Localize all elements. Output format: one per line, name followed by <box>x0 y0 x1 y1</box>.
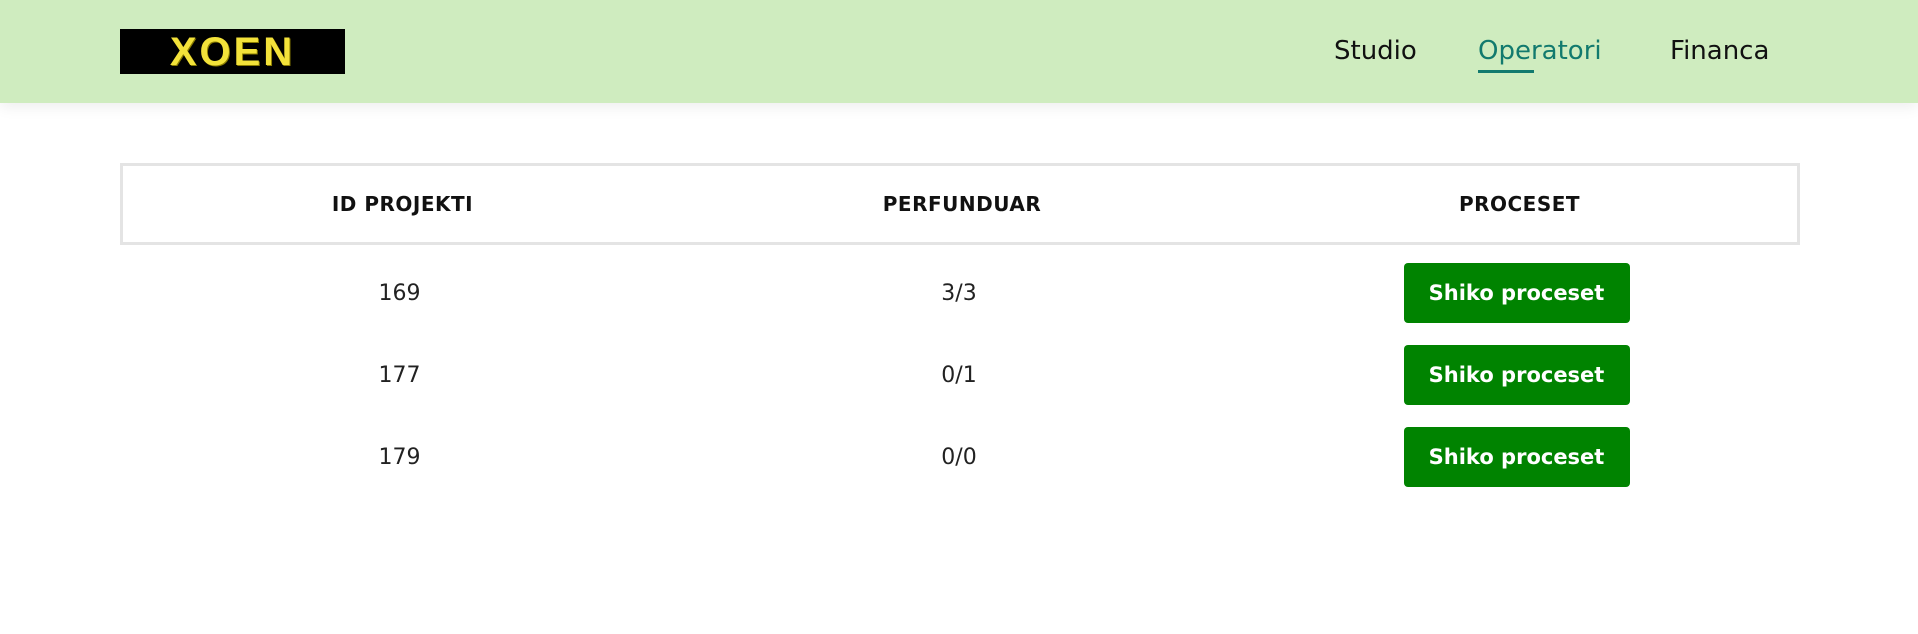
nav-item-operatori[interactable]: Operatori <box>1478 34 1602 73</box>
project-id-cell: 177 <box>378 362 421 388</box>
table-row: 179 0/0 Shiko proceset <box>120 416 1800 498</box>
table-body: 169 3/3 Shiko proceset 177 0/1 Shiko pro… <box>120 252 1800 498</box>
projects-table: ID PROJEKTI PERFUNDUAR PROCESET 169 3/3 … <box>120 163 1800 498</box>
project-id-cell: 169 <box>378 280 421 306</box>
nav-item-financa[interactable]: Financa <box>1670 34 1769 68</box>
action-cell: Shiko proceset <box>1239 427 1794 487</box>
table-row: 177 0/1 Shiko proceset <box>120 334 1800 416</box>
project-id-cell: 179 <box>378 444 421 470</box>
column-header-done: PERFUNDUAR <box>882 192 1042 216</box>
action-cell: Shiko proceset <box>1239 345 1794 405</box>
completed-cell: 0/0 <box>941 444 977 470</box>
main-nav: Studio Operatori Financa <box>0 0 1918 103</box>
top-navbar: XOEN Studio Operatori Financa <box>0 0 1918 103</box>
table-header: ID PROJEKTI PERFUNDUAR PROCESET <box>120 163 1800 245</box>
column-header-processes: PROCESET <box>1458 192 1581 216</box>
active-nav-underline <box>1478 70 1534 73</box>
action-cell: Shiko proceset <box>1239 263 1794 323</box>
completed-cell: 3/3 <box>941 280 977 306</box>
view-processes-button[interactable]: Shiko proceset <box>1403 263 1630 323</box>
column-header-id: ID PROJEKTI <box>331 192 474 216</box>
completed-cell: 0/1 <box>941 362 977 388</box>
table-row: 169 3/3 Shiko proceset <box>120 252 1800 334</box>
view-processes-button[interactable]: Shiko proceset <box>1403 427 1630 487</box>
view-processes-button[interactable]: Shiko proceset <box>1403 345 1630 405</box>
nav-item-studio[interactable]: Studio <box>1334 34 1417 68</box>
nav-item-operatori-label: Operatori <box>1478 36 1602 66</box>
